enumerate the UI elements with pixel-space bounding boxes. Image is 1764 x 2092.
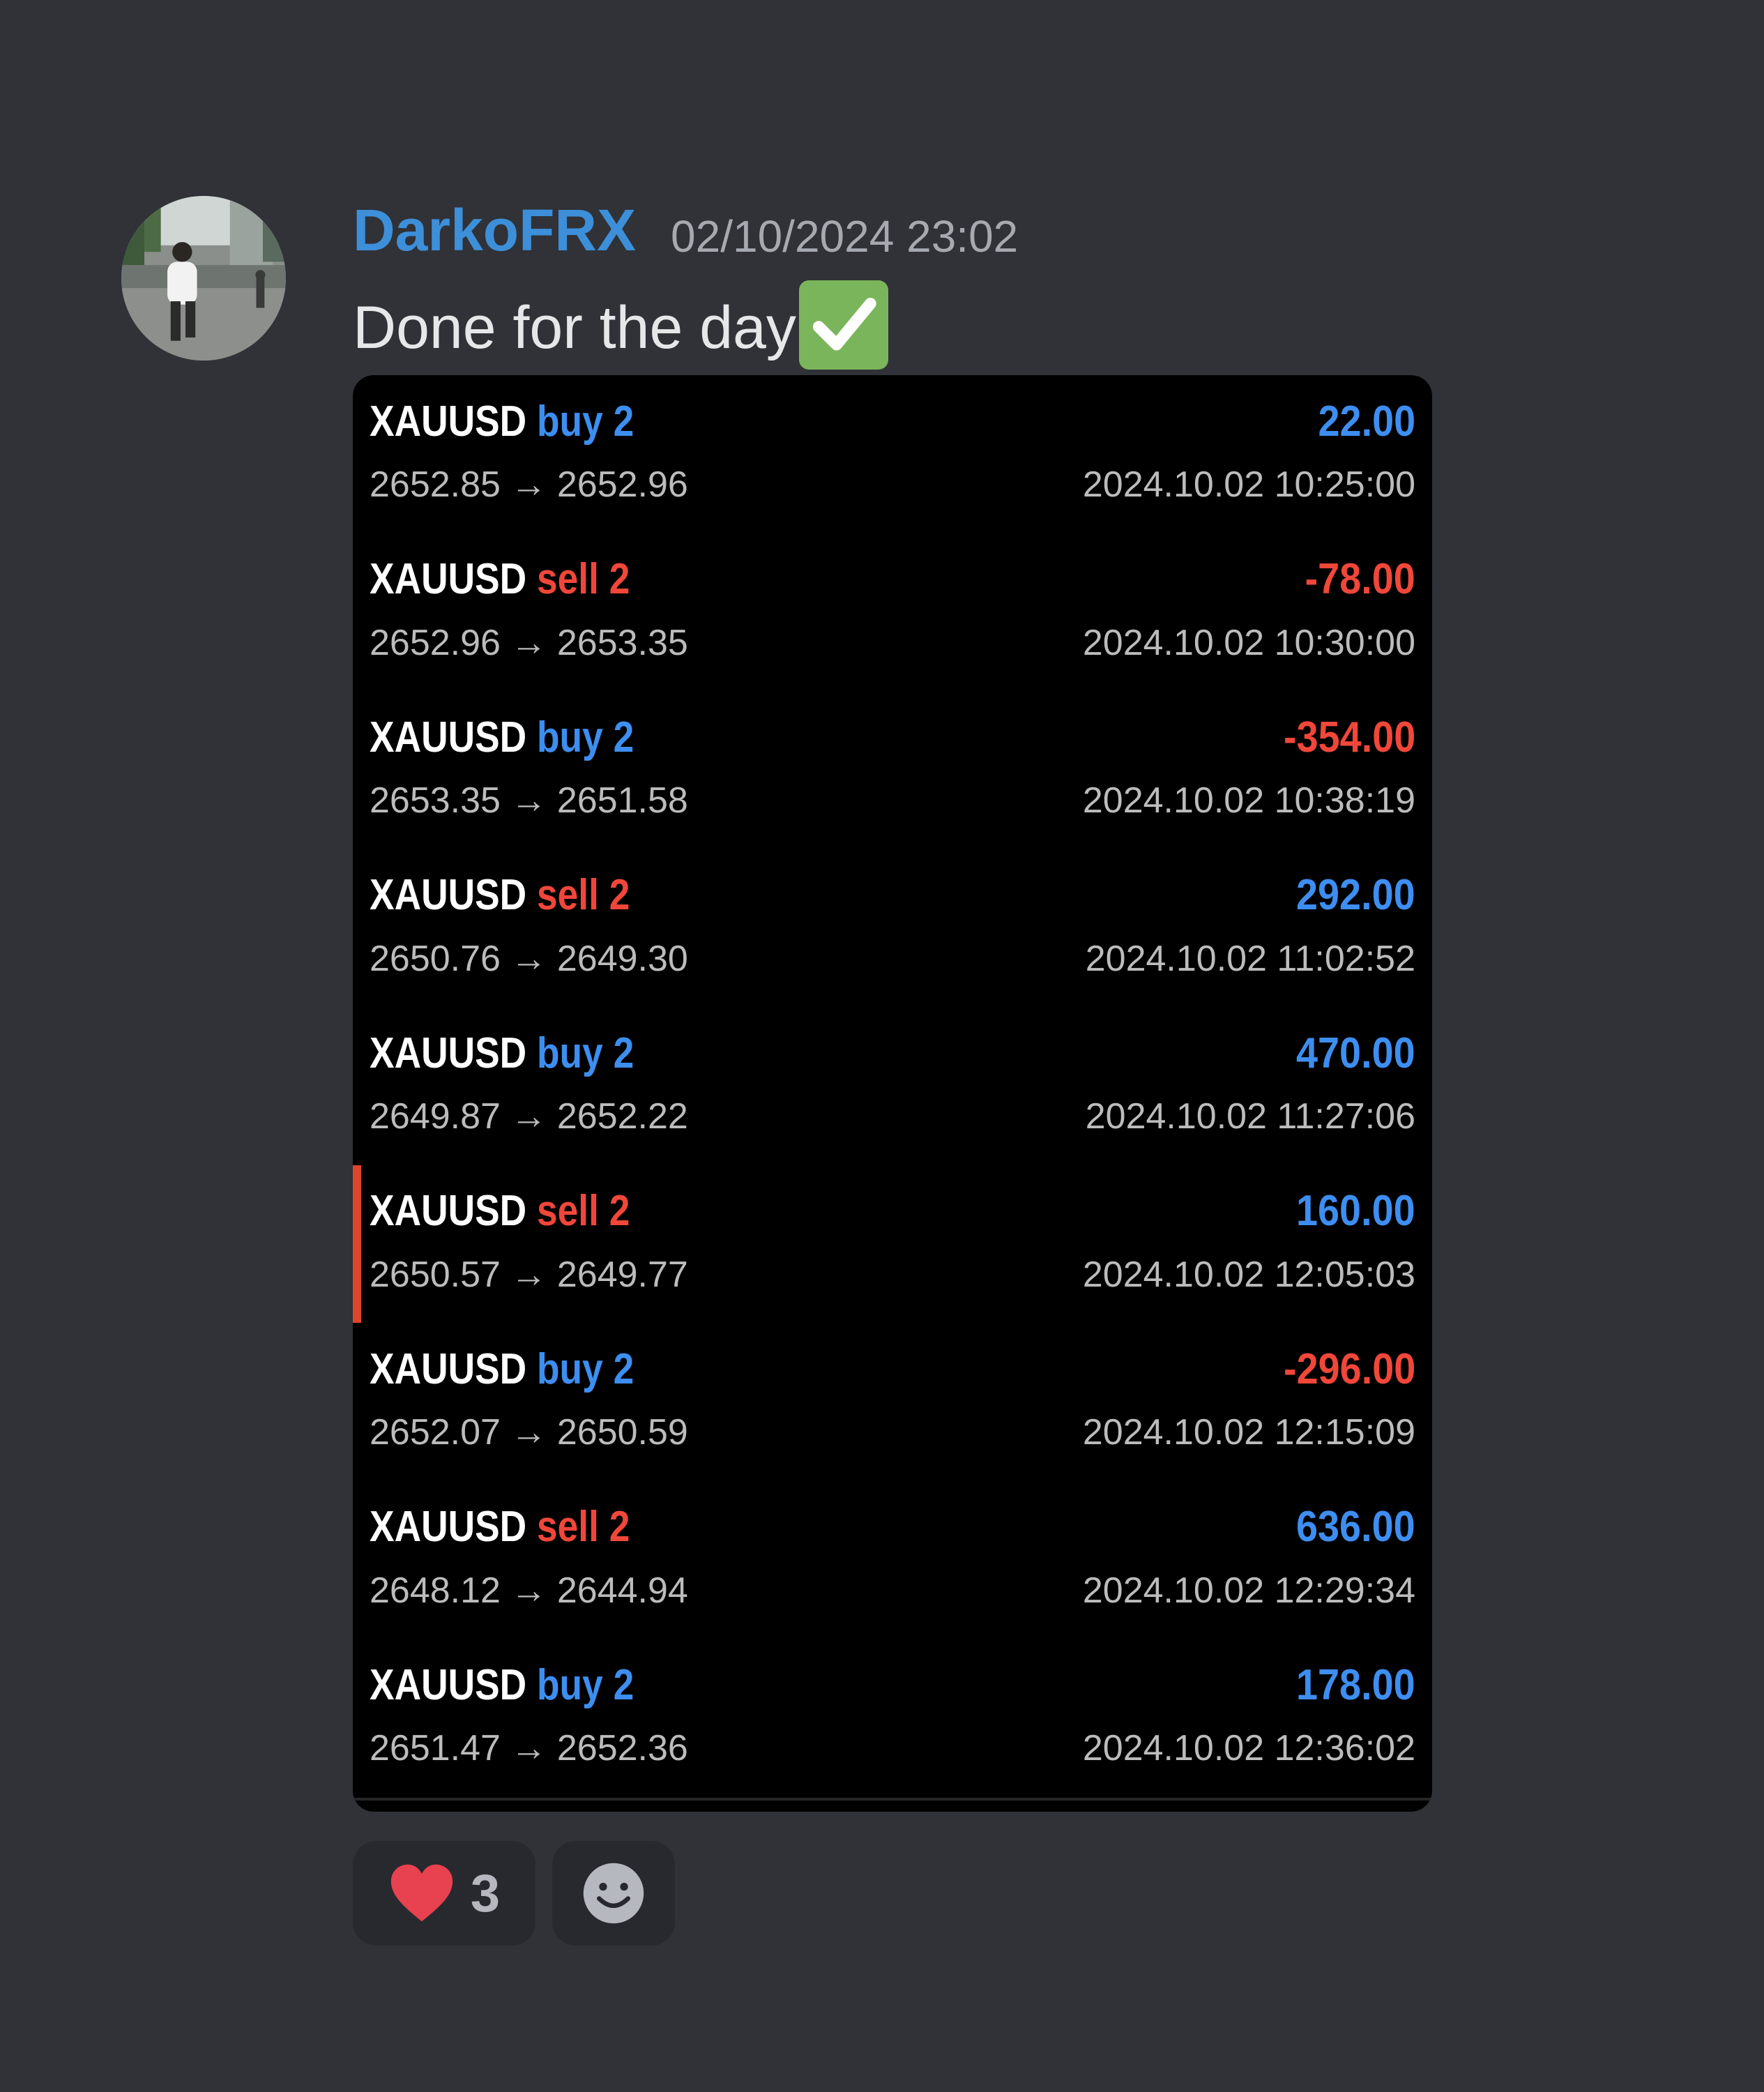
trade-prices: 2648.12 → 2644.94 [370,1570,688,1611]
trade-time: 2024.10.02 12:05:03 [1082,1254,1415,1295]
chat-message: DarkoFRX 02/10/2024 23:02 Done for the d… [0,0,1764,2092]
trade-profit: 292.00 [1296,871,1415,919]
trade-symbol: XAUUSD sell 2 [370,1186,630,1236]
heart-reaction-button[interactable]: 3 [353,1841,535,1946]
trade-time: 2024.10.02 12:15:09 [1082,1412,1415,1453]
trade-side: buy 2 [536,1029,634,1077]
trade-time: 2024.10.02 12:29:34 [1082,1570,1415,1611]
trade-side: sell 2 [536,1187,630,1235]
trade-time: 2024.10.02 10:25:00 [1082,464,1415,505]
symbol-label: XAUUSD [370,1660,527,1709]
symbol-label: XAUUSD [370,1029,527,1077]
trade-profit: -296.00 [1283,1344,1415,1393]
symbol-label: XAUUSD [370,871,527,919]
heart-icon [390,1864,453,1922]
trade-time: 2024.10.02 12:36:02 [1082,1728,1415,1768]
trade-side: buy 2 [536,1344,634,1393]
trade-time: 2024.10.02 11:27:06 [1085,1096,1415,1137]
message-body: Done for the day [353,294,796,361]
reactions-bar: 3 [353,1841,675,1946]
trade-row[interactable]: XAUUSD sell 2 292.00 2650.76 → 2649.30 2024… [353,849,1432,1007]
symbol-label: XAUUSD [370,1503,527,1551]
trade-profit: 160.00 [1296,1187,1415,1235]
trade-side: buy 2 [536,713,634,761]
trade-row[interactable]: XAUUSD buy 2 178.00 2651.47 → 2652.36 2024.… [353,1639,1432,1796]
trade-symbol: XAUUSD buy 2 [370,1660,634,1710]
trade-row[interactable]: XAUUSD buy 2 -354.00 2653.35 → 2651.58 2024… [353,691,1432,849]
user-avatar[interactable] [121,196,286,361]
trade-row[interactable]: XAUUSD buy 2 470.00 2649.87 → 2652.22 2024.… [353,1007,1432,1165]
username[interactable]: DarkoFRX [353,197,636,264]
trade-row[interactable]: XAUUSD buy 2 -296.00 2652.07 → 2650.59 2024… [353,1323,1432,1480]
trade-symbol: XAUUSD sell 2 [370,1502,630,1552]
symbol-label: XAUUSD [370,397,527,446]
trade-prices: 2651.47 → 2652.36 [370,1728,688,1768]
add-reaction-button[interactable] [552,1841,675,1946]
symbol-label: XAUUSD [370,555,527,603]
trade-symbol: XAUUSD buy 2 [370,713,634,762]
trade-profit: 22.00 [1318,397,1415,446]
trade-symbol: XAUUSD buy 2 [370,1344,634,1394]
add-reaction-smile-icon [583,1863,644,1924]
symbol-label: XAUUSD [370,713,527,761]
trade-profit: -354.00 [1283,713,1415,761]
check-mark-button-icon [798,280,888,370]
trade-time: 2024.10.02 10:30:00 [1082,622,1415,663]
selected-row-marker [353,1165,361,1323]
trade-prices: 2650.76 → 2649.30 [370,938,688,979]
trade-row[interactable]: XAUUSD sell 2 160.00 2650.57 → 2649.77 2024… [353,1165,1432,1323]
trade-prices: 2652.96 → 2653.35 [370,622,688,663]
trade-profit: -78.00 [1305,555,1415,603]
trade-prices: 2649.87 → 2652.22 [370,1096,688,1137]
trade-side: buy 2 [536,1660,634,1709]
trade-side: buy 2 [536,397,634,446]
trade-prices: 2652.07 → 2650.59 [370,1412,688,1453]
trade-prices: 2650.57 → 2649.77 [370,1254,688,1295]
trade-row[interactable]: XAUUSD sell 2 -78.00 2652.96 → 2653.35 2024… [353,533,1432,691]
trade-prices: 2652.85 → 2652.96 [370,464,688,505]
trade-side: sell 2 [536,1503,630,1551]
message-text: Done for the day [353,280,888,372]
heart-reaction-count: 3 [470,1863,501,1923]
trade-symbol: XAUUSD buy 2 [370,1029,634,1078]
trade-symbol: XAUUSD buy 2 [370,397,634,446]
trade-row[interactable]: XAUUSD sell 2 636.00 2648.12 → 2644.94 2024… [353,1481,1432,1639]
symbol-label: XAUUSD [370,1344,527,1393]
trade-history-screenshot[interactable]: XAUUSD buy 2 22.00 2652.85 → 2652.96 2024.1… [353,375,1432,1812]
trade-time: 2024.10.02 10:38:19 [1082,780,1415,821]
trade-profit: 178.00 [1296,1660,1415,1709]
trade-row[interactable]: XAUUSD buy 2 22.00 2652.85 → 2652.96 2024.1… [353,375,1432,533]
trade-side: sell 2 [536,555,630,603]
card-divider [353,1798,1432,1801]
message-timestamp: 02/10/2024 23:02 [671,211,1019,262]
trade-prices: 2653.35 → 2651.58 [370,780,688,821]
trade-symbol: XAUUSD sell 2 [370,870,630,920]
trade-profit: 636.00 [1296,1503,1415,1551]
trade-side: sell 2 [536,871,630,919]
trade-symbol: XAUUSD sell 2 [370,554,630,604]
trade-time: 2024.10.02 11:02:52 [1085,938,1415,979]
trade-profit: 470.00 [1296,1029,1415,1077]
symbol-label: XAUUSD [370,1187,527,1235]
